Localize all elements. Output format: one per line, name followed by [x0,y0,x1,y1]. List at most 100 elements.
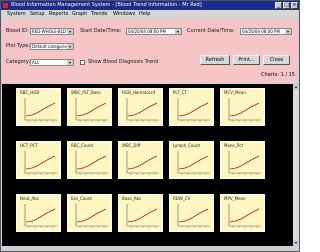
trend-thumbnail[interactable]: WBC_PLT_Baso [67,88,112,126]
print-button[interactable]: Print... [233,55,260,65]
trend-thumbnail[interactable]: RBC_HGB [16,88,61,126]
app-window: Blood Information Management System - [B… [0,0,300,252]
trend-thumbnail[interactable]: Eos_Count [67,194,112,232]
thumbnail-trend-line [178,155,209,170]
thumbnail-trend-line [25,208,56,223]
mini-trend-chart [24,204,57,228]
mini-trend-chart [75,204,108,228]
menu-graph[interactable]: Graph [72,10,87,18]
app-icon [3,3,8,8]
chevron-down-icon[interactable]: ▾ [67,44,73,49]
start-date-label: Start Date/Time: [80,28,122,34]
trend-thumbnail[interactable]: MCV_Mean [220,88,265,126]
scroll-down-icon[interactable]: ▾ [293,240,299,246]
trend-thumbnail[interactable]: HGB_Hematocrit [118,88,163,126]
trend-thumbnail[interactable]: MPV_Mean [220,194,265,232]
thumbnail-trend-line [76,208,107,223]
mini-trend-chart [126,98,159,122]
mini-trend-chart [228,204,261,228]
thumbnail-trend-line [127,102,158,117]
blood-id-select[interactable]: RED-WHOLE-BLD ▾ [30,28,74,35]
mini-trend-chart [75,98,108,122]
title-bar[interactable]: Blood Information Management System - [B… [1,1,299,10]
thumbnail-trend-line [127,208,158,223]
trend-thumbnail[interactable]: PLT_CT [169,88,214,126]
mini-trend-chart [228,98,261,122]
chevron-down-icon[interactable]: ▾ [285,29,291,34]
thumbnail-trend-line [76,102,107,117]
show-blood-checkbox[interactable] [80,60,85,65]
thumbnail-title: RBC_Count [71,143,94,148]
trend-thumbnail[interactable]: Baso_Abs [118,194,163,232]
plot-type-label: Plot Type: [6,43,31,49]
thumbnail-title: Lymph_Count [173,143,201,148]
thumbnail-trend-line [25,155,56,170]
trend-thumbnail[interactable]: WBC_Diff [118,141,163,179]
plot-type-select[interactable]: Default categories ▾ [30,43,74,50]
refresh-button[interactable]: Refresh [200,55,230,65]
close-button[interactable]: Close [263,55,290,65]
thumbnail-title: PLT_CT [173,90,187,95]
chevron-down-icon[interactable]: ▾ [175,29,181,34]
thumbnail-trend-line [76,155,107,170]
start-date-select[interactable]: 04/20/04 08:00 PM ▾ [126,28,182,35]
trend-chart-grid: RBC_HGB WBC_PLT_Baso HGB_Hematocrit PLT_CT M… [2,84,293,246]
close-icon[interactable]: × [291,2,298,9]
trend-thumbnail[interactable]: Lymph_Count [169,141,214,179]
show-blood-label: Show Blood Diagnosis Trend [88,59,159,65]
thumbnail-trend-line [229,155,260,170]
trend-thumbnail[interactable]: RBC_Count [67,141,112,179]
mini-trend-chart [24,98,57,122]
thumbnail-title: Baso_Abs [122,196,142,201]
mini-trend-chart [228,151,261,175]
thumbnail-trend-line [178,102,209,117]
trend-thumbnail[interactable]: Mono_Pct [220,141,265,179]
thumbnail-trend-line [229,208,260,223]
trend-thumbnail[interactable]: RDW_CV [169,194,214,232]
mini-trend-chart [177,151,210,175]
thumbnail-title: RBC_HGB [20,90,40,95]
thumbnail-trend-line [25,102,56,117]
thumbnail-trend-line [229,102,260,117]
thumbnail-title: MCV_Mean [224,90,246,95]
mini-trend-chart [24,151,57,175]
menu-help[interactable]: Help [139,10,150,18]
thumbnail-title: Mono_Pct [224,143,244,148]
menu-system[interactable]: System [7,10,26,18]
blood-id-value: RED-WHOLE-BLD [32,29,66,34]
thumbnail-title: WBC_PLT_Baso [71,90,101,95]
scroll-up-icon[interactable]: ▴ [293,84,299,90]
menu-reports[interactable]: Reports [49,10,68,18]
trend-thumbnail[interactable]: HCT_PCT [16,141,61,179]
chevron-down-icon[interactable]: ▾ [67,29,73,34]
mini-trend-chart [126,204,159,228]
menu-setup[interactable]: Setup [30,10,45,18]
trend-thumbnail[interactable]: Neut_Abs [16,194,61,232]
thumbnail-title: HGB_Hematocrit [122,90,156,95]
mini-trend-chart [177,98,210,122]
plot-type-value: Default categories [32,44,69,49]
thumbnail-title: HCT_PCT [20,143,38,148]
chart-count: Charts: 1 / 15 [261,72,296,78]
thumbnail-title: RDW_CV [173,196,191,201]
vertical-scrollbar[interactable]: ▴ ▾ [293,84,299,246]
maximize-icon[interactable]: □ [283,2,290,9]
start-date-value: 04/20/04 08:00 PM [128,29,166,34]
thumbnail-title: WBC_Diff [122,143,141,148]
thumbnail-title: MPV_Mean [224,196,246,201]
thumbnail-trend-line [127,155,158,170]
mini-trend-chart [75,151,108,175]
category-select[interactable]: ALL ▾ [30,59,74,66]
menu-bar: System Setup Reports Graph Trends Window… [1,10,299,18]
chevron-down-icon[interactable]: ▾ [67,60,73,65]
mini-trend-chart [126,151,159,175]
current-date-select[interactable]: 04/20/04 08:00 PM ▾ [240,28,292,35]
window-title: Blood Information Management System - [B… [11,2,202,8]
minimize-icon[interactable]: _ [275,2,282,9]
mini-trend-chart [177,204,210,228]
thumbnail-title: Eos_Count [71,196,92,201]
current-date-value: 04/20/04 08:00 PM [242,29,280,34]
menu-trends[interactable]: Trends [91,10,107,18]
menu-windows[interactable]: Windows [113,10,135,18]
thumbnail-trend-line [178,208,209,223]
